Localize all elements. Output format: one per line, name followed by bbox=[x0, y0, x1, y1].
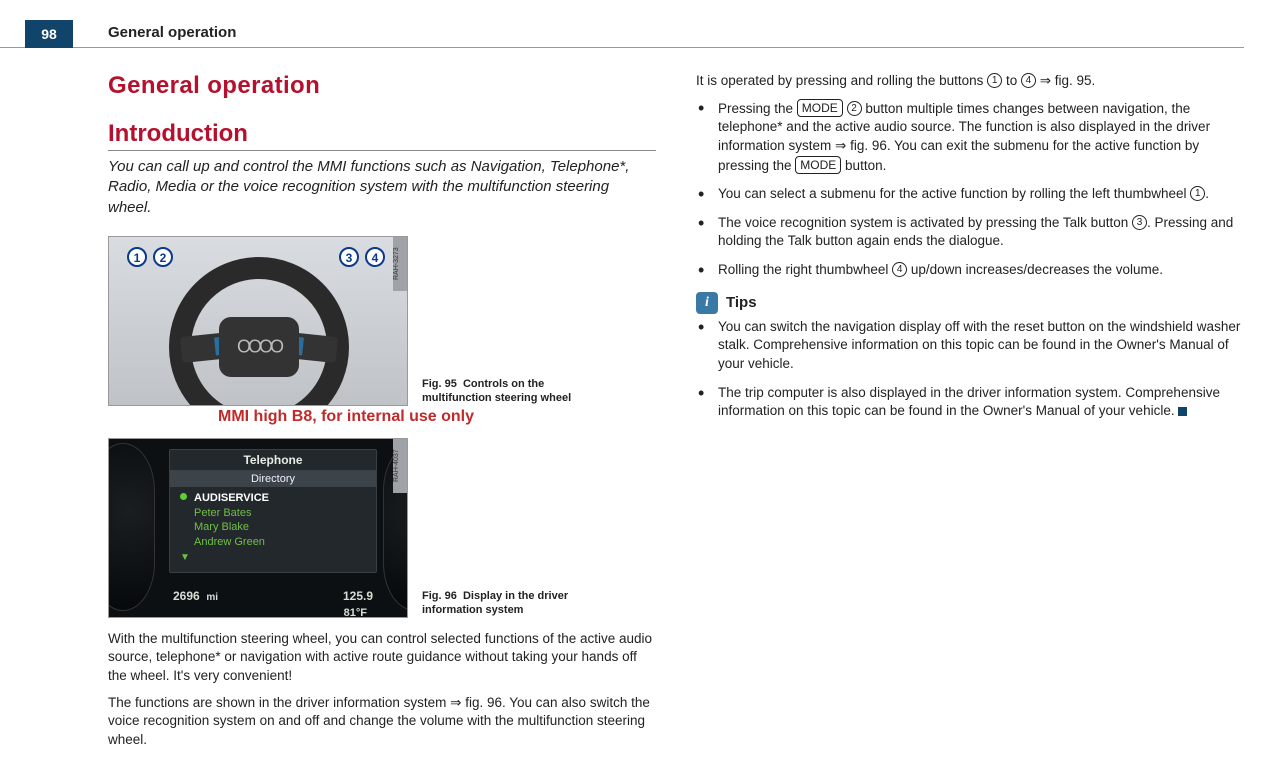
body-paragraph: With the multifunction steering wheel, y… bbox=[108, 630, 656, 686]
image-code-95: RAH-3273 bbox=[393, 237, 407, 291]
tips-label: Tips bbox=[726, 294, 757, 311]
end-mark-icon bbox=[1178, 407, 1187, 416]
figure-95-image: OOOO 1 2 3 4 RAH-3273 bbox=[108, 236, 408, 406]
callout-2: 2 bbox=[153, 247, 173, 267]
list-item: Andrew Green bbox=[194, 535, 366, 550]
ref-circle-1: 1 bbox=[1190, 186, 1205, 201]
bullet-list: Pressing the MODE 2 button multiple time… bbox=[696, 99, 1244, 280]
active-dot-icon bbox=[180, 493, 187, 500]
ref-circle-1: 1 bbox=[987, 73, 1002, 88]
dis-temp: 81°F bbox=[344, 607, 367, 618]
dis-bottom-bar: 2696 mi 125.9 81°F bbox=[169, 589, 377, 603]
dis-title: Telephone bbox=[170, 450, 376, 471]
dis-panel: Telephone Directory AUDISERVICE Peter Ba… bbox=[169, 449, 377, 573]
bullet-item: You can switch the navigation display of… bbox=[696, 318, 1244, 374]
dis-subtitle: Directory bbox=[170, 471, 376, 487]
audi-rings-icon: OOOO bbox=[237, 336, 281, 357]
list-item: Mary Blake bbox=[194, 520, 366, 535]
ref-circle-4: 4 bbox=[892, 262, 907, 277]
bullet-item: Rolling the right thumbwheel 4 up/down i… bbox=[696, 261, 1244, 280]
list-item: AUDISERVICE bbox=[194, 491, 366, 506]
body-paragraph: The functions are shown in the driver in… bbox=[108, 694, 656, 750]
section-heading: Introduction bbox=[108, 120, 656, 151]
mode-key: MODE bbox=[797, 99, 843, 117]
page-title: General operation bbox=[108, 72, 656, 100]
image-code-96: RAH-4037 bbox=[393, 439, 407, 493]
gauge-left-icon bbox=[108, 443, 155, 611]
callout-4: 4 bbox=[365, 247, 385, 267]
watermark: MMI high B8, for internal use only bbox=[218, 408, 766, 426]
callout-1: 1 bbox=[127, 247, 147, 267]
page-header: 98 General operation bbox=[0, 20, 1244, 48]
ref-circle-2: 2 bbox=[847, 101, 862, 116]
tips-heading: i Tips bbox=[696, 292, 1244, 314]
figure-96-image: Telephone Directory AUDISERVICE Peter Ba… bbox=[108, 438, 408, 618]
body-paragraph: It is operated by pressing and rolling t… bbox=[696, 72, 1244, 91]
figure-96-caption: Fig. 96 Display in the driver informatio… bbox=[422, 590, 572, 618]
figure-95: OOOO 1 2 3 4 RAH-3273 Fig. 95 Controls o… bbox=[108, 236, 656, 426]
bullet-item: Pressing the MODE 2 button multiple time… bbox=[696, 99, 1244, 176]
bullet-item: You can select a submenu for the active … bbox=[696, 185, 1244, 204]
bullet-item: The voice recognition system is activate… bbox=[696, 214, 1244, 251]
dis-list: AUDISERVICE Peter Bates Mary Blake ▼ And… bbox=[170, 487, 376, 552]
figure-96: Telephone Directory AUDISERVICE Peter Ba… bbox=[108, 438, 656, 618]
steering-wheel-icon: OOOO bbox=[169, 257, 349, 406]
tips-list: You can switch the navigation display of… bbox=[696, 318, 1244, 421]
mode-key: MODE bbox=[795, 156, 841, 174]
list-item: Peter Bates bbox=[194, 506, 366, 521]
ref-circle-3: 3 bbox=[1132, 215, 1147, 230]
bullet-item: The trip computer is also displayed in t… bbox=[696, 384, 1244, 421]
running-head: General operation bbox=[108, 24, 236, 41]
figure-95-caption: Fig. 95 Controls on the multifunction st… bbox=[422, 378, 572, 406]
ref-circle-4: 4 bbox=[1021, 73, 1036, 88]
page-number-tab: 98 bbox=[25, 20, 73, 48]
callout-3: 3 bbox=[339, 247, 359, 267]
info-icon: i bbox=[696, 292, 718, 314]
lead-paragraph: You can call up and control the MMI func… bbox=[108, 157, 656, 218]
scroll-arrow-icon: ▼ bbox=[180, 551, 190, 565]
